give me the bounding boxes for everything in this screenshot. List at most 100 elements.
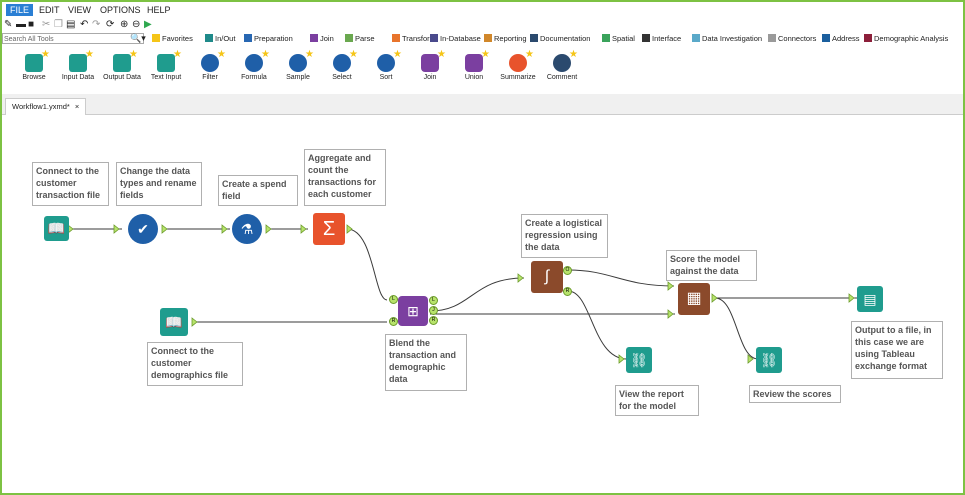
- search-icon[interactable]: 🔍▾: [130, 33, 146, 43]
- search-tools-input[interactable]: Search All Tools: [2, 33, 144, 44]
- menu-help[interactable]: HELP: [143, 4, 175, 16]
- favorite-star-icon[interactable]: ★: [305, 50, 314, 60]
- join-node[interactable]: ⊞: [398, 296, 428, 326]
- comment-connect-demographics[interactable]: Connect to the customer demographics fil…: [147, 342, 243, 386]
- regression-output-anchor[interactable]: O: [563, 266, 572, 275]
- menu-file[interactable]: FILE: [6, 4, 34, 16]
- paste-icon[interactable]: ▤: [66, 19, 75, 31]
- tool-output-data[interactable]: ★ Output Data: [100, 50, 144, 82]
- favorite-star-icon[interactable]: ★: [261, 50, 270, 60]
- tool-label: Text Input: [150, 74, 182, 81]
- menu-edit[interactable]: EDIT: [35, 4, 64, 16]
- anchor-output: [346, 224, 353, 234]
- tool-formula[interactable]: ★ Formula: [232, 50, 276, 82]
- category-preparation[interactable]: Preparation: [244, 34, 293, 44]
- favorite-star-icon[interactable]: ★: [349, 50, 358, 60]
- category-join[interactable]: Join: [310, 34, 334, 44]
- category-connectors[interactable]: Connectors: [768, 34, 816, 44]
- favorite-star-icon[interactable]: ★: [437, 50, 446, 60]
- tool-join[interactable]: ★ Join: [408, 50, 452, 81]
- tool-browse[interactable]: ★ Browse: [12, 50, 56, 82]
- category-address[interactable]: Address: [822, 34, 860, 44]
- category-spatial[interactable]: Spatial: [602, 34, 635, 44]
- refresh-icon[interactable]: ⟳: [106, 19, 114, 31]
- category-demographic-analysis[interactable]: Demographic Analysis: [864, 34, 948, 44]
- favorite-star-icon[interactable]: ★: [173, 50, 182, 60]
- tool-sort[interactable]: ★ Sort: [364, 50, 408, 81]
- browse-node-report[interactable]: ⛓: [626, 347, 652, 373]
- comment-output-file[interactable]: Output to a file, in this case we are us…: [851, 321, 943, 379]
- category-icon: [392, 34, 400, 42]
- browse-node-scores[interactable]: ⛓: [756, 347, 782, 373]
- category-data-investigation[interactable]: Data Investigation: [692, 34, 762, 44]
- tool-union[interactable]: ★ Union: [452, 50, 496, 82]
- comment-blend[interactable]: Blend the transaction and demographic da…: [385, 334, 467, 391]
- category-icon: [205, 34, 213, 42]
- category-in-database[interactable]: In-Database: [430, 34, 481, 44]
- tool-input-data[interactable]: ★ Input Data: [56, 50, 100, 82]
- tool-filter[interactable]: ★ Filter: [188, 50, 232, 81]
- favorite-star-icon[interactable]: ★: [129, 50, 138, 60]
- join-j-output-anchor[interactable]: J: [429, 306, 438, 315]
- input-data-node-transactions[interactable]: 📖: [44, 216, 69, 241]
- undo-icon[interactable]: ↶: [80, 19, 88, 31]
- save-icon[interactable]: ■: [28, 19, 34, 31]
- favorite-star-icon[interactable]: ★: [85, 50, 94, 60]
- join-l-output-anchor[interactable]: L: [429, 296, 438, 305]
- logistic-regression-node[interactable]: ∫: [531, 261, 563, 293]
- favorite-star-icon[interactable]: ★: [569, 50, 578, 60]
- category-interface[interactable]: Interface: [642, 34, 681, 44]
- favorite-star-icon[interactable]: ★: [393, 50, 402, 60]
- comment-review-scores[interactable]: Review the scores: [749, 385, 841, 403]
- favorite-star-icon[interactable]: ★: [525, 50, 534, 60]
- tool-sample[interactable]: ★ Sample: [276, 50, 320, 82]
- category-favorites[interactable]: Favorites: [152, 34, 193, 44]
- new-workflow-icon[interactable]: ✎: [4, 19, 12, 31]
- redo-icon[interactable]: ↷: [92, 19, 100, 31]
- tool-select[interactable]: ★ Select: [320, 50, 364, 82]
- formula-node[interactable]: ⚗: [232, 214, 262, 244]
- favorite-star-icon[interactable]: ★: [217, 50, 226, 60]
- tool-comment[interactable]: ★ Comment: [540, 50, 584, 82]
- comment-spend-field[interactable]: Create a spend field: [218, 175, 298, 206]
- copy-icon[interactable]: ❐: [54, 19, 63, 31]
- summarize-node[interactable]: Σ: [313, 213, 345, 245]
- regression-report-anchor[interactable]: R: [563, 287, 572, 296]
- menu-options[interactable]: OPTIONS: [96, 4, 145, 16]
- category-icon: [152, 34, 160, 42]
- tool-label: Union: [464, 74, 484, 81]
- tab-workflow1[interactable]: Workflow1.yxmd* ×: [5, 98, 87, 115]
- comment-connect-transactions[interactable]: Connect to the customer transaction file: [32, 162, 109, 206]
- join-left-anchor[interactable]: L: [389, 295, 398, 304]
- join-right-anchor[interactable]: R: [389, 317, 398, 326]
- input-data-node-demographics[interactable]: 📖: [160, 308, 188, 336]
- category-in-out[interactable]: In/Out: [205, 34, 235, 44]
- comment-aggregate[interactable]: Aggregate and count the transactions for…: [304, 149, 386, 206]
- run-icon[interactable]: ▶: [144, 19, 152, 31]
- output-data-node[interactable]: ▤: [857, 286, 883, 312]
- category-reporting[interactable]: Reporting: [484, 34, 527, 44]
- comment-change-types[interactable]: Change the data types and rename fields: [116, 162, 202, 206]
- category-documentation[interactable]: Documentation: [530, 34, 590, 44]
- zoom-in-icon[interactable]: ⊕: [120, 19, 128, 31]
- tab-close-icon[interactable]: ×: [75, 102, 79, 111]
- tool-summarize[interactable]: ★ Summarize: [496, 50, 540, 82]
- category-parse[interactable]: Parse: [345, 34, 375, 44]
- category-label: Parse: [355, 34, 375, 43]
- workflow-canvas[interactable]: 📖 ✔ ⚗ Σ 📖 ⊞ L R L J R ∫ O R ▦ ⛓ ⛓ ▤ Conn…: [2, 115, 963, 493]
- select-node[interactable]: ✔: [128, 214, 158, 244]
- app-window: FILE EDIT VIEW OPTIONS HELP ✎ ▬ ■ ✂ ❐ ▤ …: [0, 0, 965, 495]
- favorite-star-icon[interactable]: ★: [41, 50, 50, 60]
- tool-text-input[interactable]: ★ Text Input: [144, 50, 188, 82]
- quick-toolbar: ✎ ▬ ■ ✂ ❐ ▤ ↶ ↷ ⟳ ⊕ ⊖ ▶: [2, 18, 963, 32]
- favorite-star-icon[interactable]: ★: [481, 50, 490, 60]
- zoom-out-icon[interactable]: ⊖: [132, 19, 140, 31]
- comment-score-model[interactable]: Score the model against the data: [666, 250, 757, 281]
- open-icon[interactable]: ▬: [16, 19, 26, 31]
- join-r-output-anchor[interactable]: R: [429, 316, 438, 325]
- comment-logistic-regression[interactable]: Create a logistical regression using the…: [521, 214, 608, 258]
- comment-view-report[interactable]: View the report for the model: [615, 385, 699, 416]
- cut-icon[interactable]: ✂: [42, 19, 50, 31]
- menu-view[interactable]: VIEW: [64, 4, 95, 16]
- score-node[interactable]: ▦: [678, 283, 710, 315]
